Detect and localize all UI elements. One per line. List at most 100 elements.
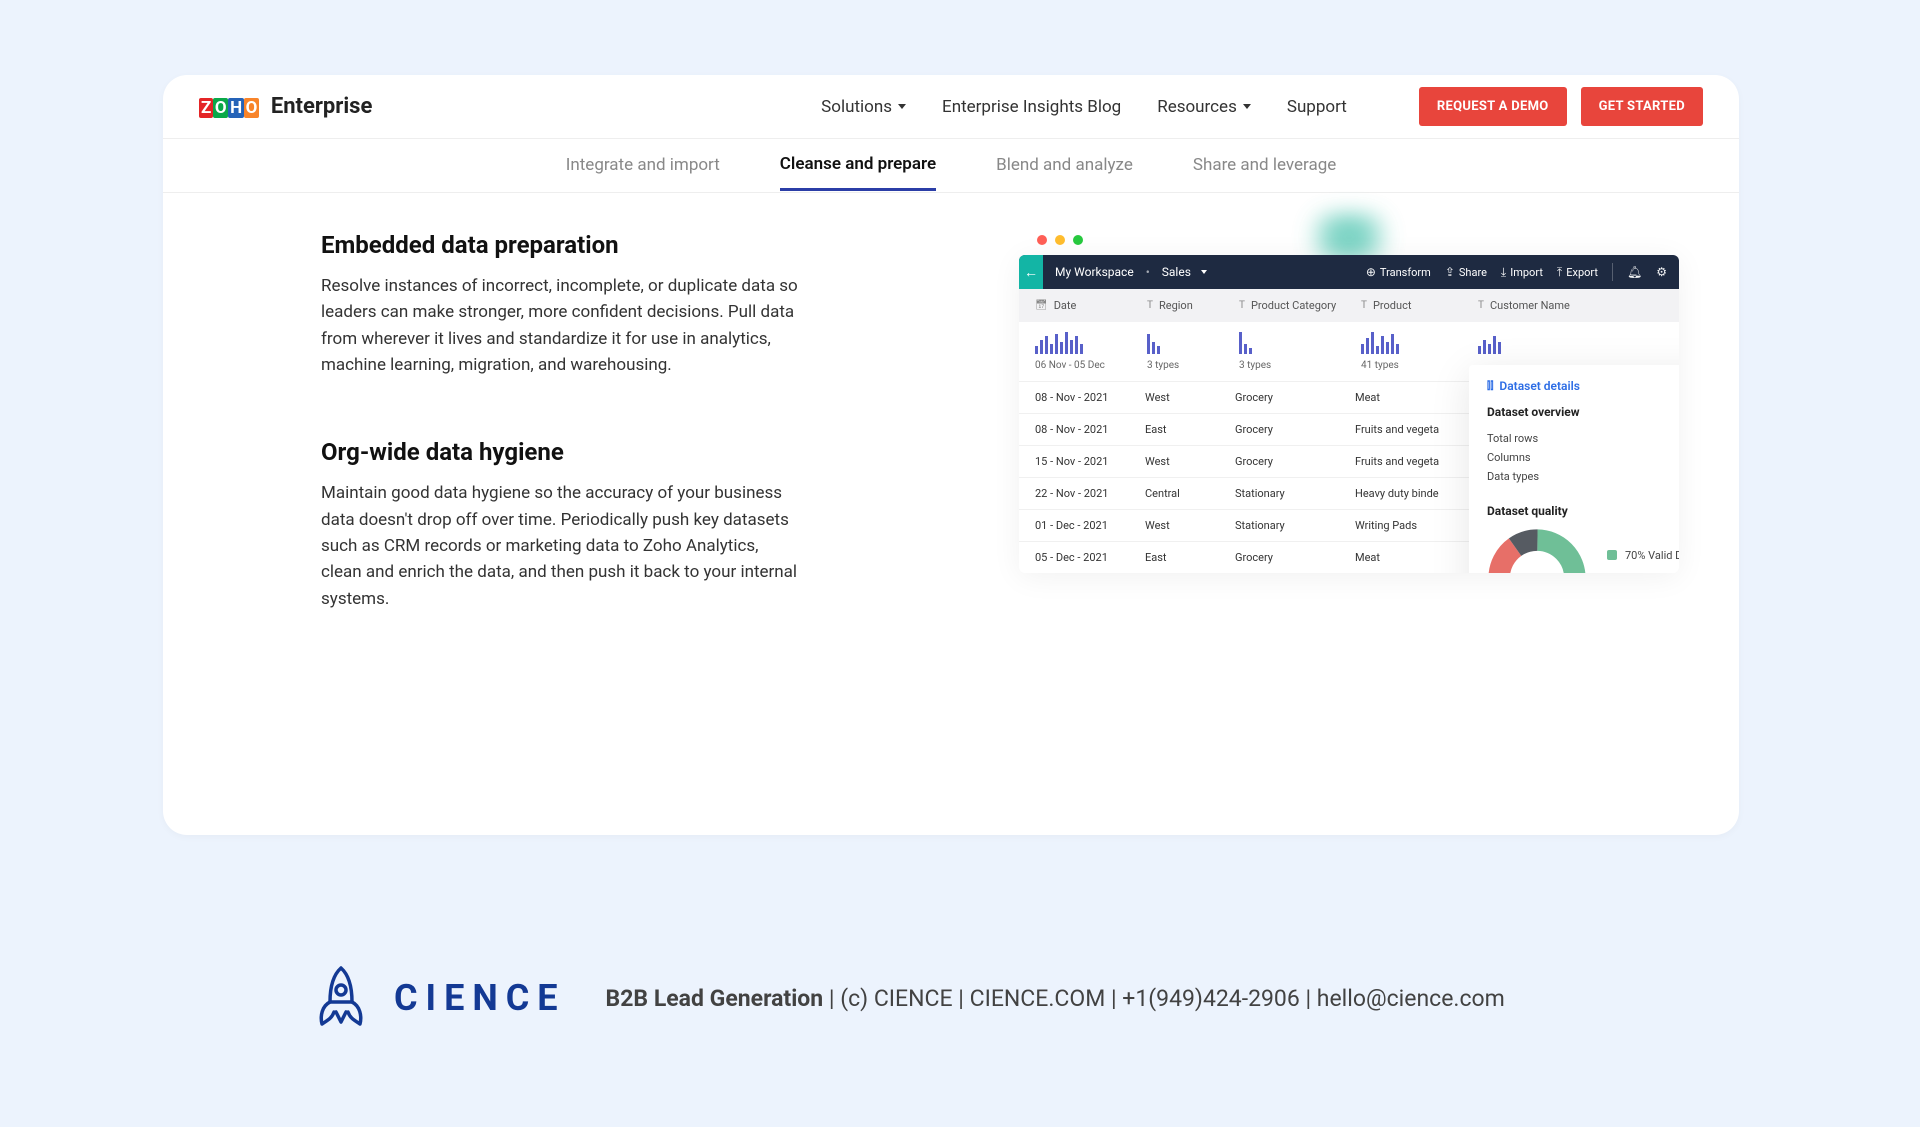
table-header: 📅︎Date TRegion TProduct Category TProduc… <box>1019 289 1679 322</box>
overview-rows: Total rows755 <box>1487 429 1679 448</box>
spark-region-label: 3 types <box>1147 360 1179 371</box>
col-region[interactable]: TRegion <box>1147 299 1237 312</box>
divider <box>1612 263 1613 281</box>
bell-button[interactable]: 🔔︎ <box>1627 265 1642 279</box>
sub-nav: Integrate and import Cleanse and prepare… <box>163 139 1739 193</box>
primary-nav: Solutions Enterprise Insights Blog Resou… <box>821 87 1703 126</box>
nav-solutions-label: Solutions <box>821 97 892 117</box>
legend: 70% Valid Data 20% Invalid Data 10% Miss… <box>1607 549 1679 574</box>
donut-chart <box>1487 528 1587 573</box>
brand-subtitle: Enterprise <box>271 94 373 119</box>
chevron-down-icon <box>1201 270 1207 274</box>
overview-types: Data types3 <box>1487 467 1679 486</box>
text-column: Embedded data preparation Resolve instan… <box>321 231 801 612</box>
page-footer: CIENCE B2B Lead Generation | (c) CIENCE … <box>310 962 1505 1034</box>
export-icon: ⤒ <box>1557 265 1562 280</box>
decoration-blur <box>1294 213 1404 261</box>
col-date[interactable]: 📅︎Date <box>1035 299 1145 312</box>
sparkline-date-icon <box>1035 328 1083 354</box>
quality-heading: Dataset quality <box>1487 504 1679 518</box>
close-dot-icon <box>1037 235 1047 245</box>
import-label: Import <box>1510 266 1543 279</box>
share-button[interactable]: ⇪ Share <box>1445 265 1487 279</box>
analytics-app: ← My Workspace • Sales ⊕ Transform ⇪ Share… <box>1019 255 1679 573</box>
import-button[interactable]: ⤓ Import <box>1501 265 1543 280</box>
chart-icon: ⫿⫿ <box>1487 381 1493 392</box>
square-green-icon <box>1607 550 1617 560</box>
export-label: Export <box>1566 266 1598 279</box>
cience-wordmark: CIENCE <box>394 977 566 1019</box>
col-category[interactable]: TProduct Category <box>1239 299 1359 312</box>
chevron-down-icon <box>898 104 906 109</box>
tab-cleanse[interactable]: Cleanse and prepare <box>780 154 936 191</box>
section2-heading: Org-wide data hygiene <box>321 438 801 466</box>
quality-chart: 70% Valid Data 20% Invalid Data 10% Miss… <box>1487 528 1679 573</box>
breadcrumb[interactable]: My Workspace • Sales <box>1055 265 1207 279</box>
text-icon: T <box>1478 300 1484 311</box>
chevron-down-icon <box>1243 104 1251 109</box>
import-icon: ⤓ <box>1501 265 1506 280</box>
spark-date-label: 06 Nov - 05 Dec <box>1035 360 1105 371</box>
main-window: ZOHO Enterprise Solutions Enterprise Ins… <box>163 75 1739 835</box>
footer-rest: | (c) CIENCE | CIENCE.COM | +1(949)424-2… <box>823 985 1505 1012</box>
section2-body: Maintain good data hygiene so the accura… <box>321 480 801 612</box>
overview-cols: Columns7 <box>1487 448 1679 467</box>
tab-blend[interactable]: Blend and analyze <box>996 155 1133 177</box>
toolbar-actions: ⊕ Transform ⇪ Share ⤓ Import ⤒ Export 🔔︎ ⚙ <box>1366 263 1667 281</box>
sparkline-product-icon <box>1361 328 1399 354</box>
get-started-button[interactable]: GET STARTED <box>1581 87 1703 126</box>
request-demo-button[interactable]: REQUEST A DEMO <box>1419 87 1567 126</box>
gear-icon: ⚙ <box>1656 265 1667 279</box>
content-area: Embedded data preparation Resolve instan… <box>163 193 1739 632</box>
breadcrumb-workspace: My Workspace <box>1055 265 1134 279</box>
bell-icon: 🔔︎ <box>1627 265 1642 279</box>
zoho-logo-mark: ZOHO <box>199 94 259 119</box>
spark-product-label: 41 types <box>1361 360 1399 371</box>
dataset-details-card: ⫿⫿Dataset details Dataset overview Total… <box>1469 365 1679 573</box>
share-label: Share <box>1459 266 1487 279</box>
text-icon: T <box>1239 300 1245 311</box>
sparkline-cat-icon <box>1239 328 1252 354</box>
transform-button[interactable]: ⊕ Transform <box>1366 265 1431 279</box>
cience-logo: CIENCE <box>310 962 566 1034</box>
section1-body: Resolve instances of incorrect, incomple… <box>321 273 801 378</box>
share-icon: ⇪ <box>1445 265 1455 279</box>
minimize-dot-icon <box>1055 235 1065 245</box>
tab-share[interactable]: Share and leverage <box>1193 155 1336 177</box>
sparkline-customer-icon <box>1478 328 1501 354</box>
app-toolbar: ← My Workspace • Sales ⊕ Transform ⇪ Share… <box>1019 255 1679 289</box>
expand-dot-icon <box>1073 235 1083 245</box>
export-button[interactable]: ⤒ Export <box>1557 265 1598 280</box>
section1-heading: Embedded data preparation <box>321 231 801 259</box>
back-button[interactable]: ← <box>1019 255 1043 289</box>
transform-icon: ⊕ <box>1366 265 1376 279</box>
footer-tagline: B2B Lead Generation <box>606 985 824 1012</box>
nav-resources[interactable]: Resources <box>1157 97 1251 117</box>
calendar-icon: 📅︎ <box>1035 300 1048 311</box>
col-product[interactable]: TProduct <box>1361 299 1476 312</box>
donut-icon <box>1487 528 1587 573</box>
breadcrumb-sales: Sales <box>1162 265 1191 279</box>
sparkline-region-icon <box>1147 328 1160 354</box>
arrow-left-icon: ← <box>1024 264 1038 281</box>
text-icon: T <box>1147 300 1153 311</box>
breadcrumb-separator-icon: • <box>1146 265 1150 279</box>
text-icon: T <box>1361 300 1367 311</box>
tab-integrate[interactable]: Integrate and import <box>566 155 720 177</box>
nav-buttons: REQUEST A DEMO GET STARTED <box>1419 87 1703 126</box>
card-title: ⫿⫿Dataset details <box>1487 379 1679 393</box>
legend-valid: 70% Valid Data <box>1607 549 1679 562</box>
settings-button[interactable]: ⚙ <box>1656 265 1667 279</box>
nav-support[interactable]: Support <box>1287 97 1347 117</box>
transform-label: Transform <box>1380 266 1431 279</box>
nav-blog[interactable]: Enterprise Insights Blog <box>942 97 1121 117</box>
col-customer[interactable]: TCustomer Name <box>1478 299 1608 312</box>
spark-cat-label: 3 types <box>1239 360 1271 371</box>
footer-text: B2B Lead Generation | (c) CIENCE | CIENC… <box>606 985 1505 1012</box>
nav-resources-label: Resources <box>1157 97 1237 117</box>
header-bar: ZOHO Enterprise Solutions Enterprise Ins… <box>163 75 1739 139</box>
app-mock: ← My Workspace • Sales ⊕ Transform ⇪ Share… <box>1019 223 1679 573</box>
nav-solutions[interactable]: Solutions <box>821 97 906 117</box>
overview-heading: Dataset overview <box>1487 405 1679 419</box>
rocket-icon <box>310 962 372 1034</box>
